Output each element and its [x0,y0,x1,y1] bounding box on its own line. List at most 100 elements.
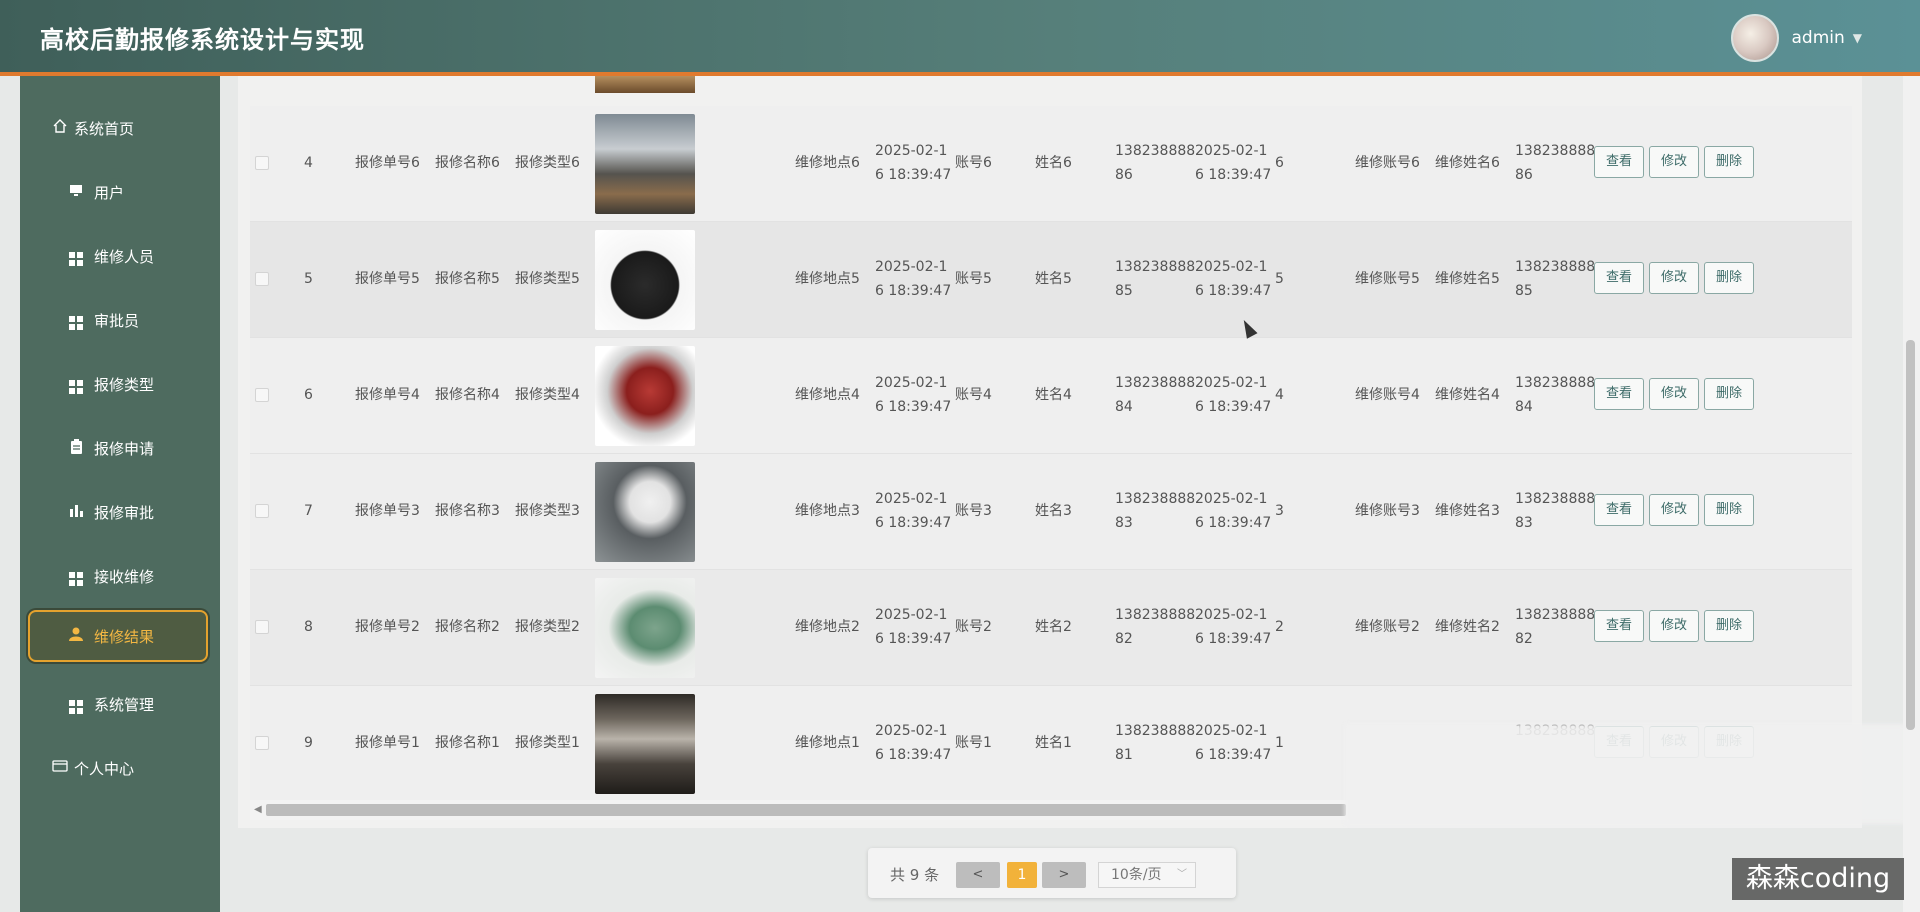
grid-icon [66,694,86,714]
edit-button[interactable]: 修改 [1649,494,1699,526]
clipboard-icon [66,438,86,458]
user-name[interactable]: admin [1791,28,1844,48]
repair-image [595,114,695,214]
sidebar-item-7[interactable]: 报修审批 [30,486,210,538]
sidebar-item-5[interactable]: 报修类型 [30,358,210,410]
sidebar-item-label: 个人中心 [74,759,135,778]
row-index: 5 [304,271,313,287]
sidebar-item-9[interactable]: 维修结果 [28,610,208,662]
id-card-icon [50,759,70,777]
phone: 138238888 [1115,143,1196,159]
repair-name: 报修名称2 [435,619,500,635]
chevron-down-icon[interactable]: ▼ [1853,31,1862,45]
result-time: 2025-02-1 [1195,143,1268,159]
sidebar-item-2[interactable]: 用户 [30,166,210,218]
edit-button[interactable]: 修改 [1649,146,1699,178]
person-name: 姓名3 [1035,503,1072,519]
apply-time-cont: 6 18:39:47 [875,167,952,183]
view-button[interactable]: 查看 [1594,610,1644,642]
delete-button[interactable]: 删除 [1704,262,1754,294]
view-button[interactable]: 查看 [1594,262,1644,294]
delete-button[interactable]: 删除 [1704,378,1754,410]
apply-time-cont: 6 18:39:47 [875,631,952,647]
scroll-left-icon[interactable]: ◀ [254,804,262,815]
pagination-total: 共 9 条 [890,866,940,884]
row-checkbox[interactable] [255,388,269,402]
page-size-select[interactable]: 10条/页 ﹀ [1098,862,1196,888]
repair-account: 维修账号2 [1355,619,1420,635]
sidebar-item-label: 报修审批 [94,503,155,522]
view-button[interactable]: 查看 [1594,494,1644,526]
edit-button[interactable]: 修改 [1649,378,1699,410]
sidebar-item-label: 系统管理 [94,695,155,714]
result-time: 2025-02-1 [1195,607,1268,623]
phone-cont: 83 [1115,515,1133,531]
result-time: 2025-02-1 [1195,491,1268,507]
row-checkbox[interactable] [255,620,269,634]
edit-button[interactable]: 修改 [1649,262,1699,294]
horizontal-scroll-thumb[interactable] [266,804,1346,816]
repair-person-name: 维修姓名3 [1435,503,1500,519]
sidebar-item-11[interactable]: 个人中心 [30,742,210,794]
sidebar-item-6[interactable]: 报修申请 [30,422,210,474]
monitor-icon [66,183,86,201]
page-size-label: 10条/页 [1111,867,1162,883]
result-time: 2025-02-1 [1195,723,1268,739]
sidebar-item-label: 用户 [94,183,125,202]
table-row: 5 报修单号5 报修名称5 报修类型5 维修地点5 2025-02-1 6 18:39:47… [250,222,1852,338]
repair-location: 维修地点5 [795,271,860,287]
sidebar-item-3[interactable]: 维修人员 [30,230,210,282]
sidebar-item-4[interactable]: 审批员 [30,294,210,346]
result-number: 6 [1275,155,1284,171]
order-number: 报修单号1 [355,735,420,751]
apply-time: 2025-02-1 [875,375,948,391]
avatar[interactable] [1731,14,1780,62]
sidebar-item-1[interactable]: 系统首页 [30,102,210,154]
person-name: 姓名2 [1035,619,1072,635]
delete-button[interactable]: 删除 [1704,146,1754,178]
repair-name: 报修名称3 [435,503,500,519]
repair-phone: 138238888 [1515,607,1596,623]
result-time: 2025-02-1 [1195,375,1268,391]
repair-person-name: 维修姓名2 [1435,619,1500,635]
vertical-scroll-thumb[interactable] [1906,340,1915,730]
repair-phone-cont: 84 [1515,399,1533,415]
page-1-button[interactable]: 1 [1007,862,1037,888]
row-checkbox[interactable] [255,504,269,518]
row-checkbox[interactable] [255,736,269,750]
table-row: 7 报修单号3 报修名称3 报修类型3 维修地点3 2025-02-1 6 18:39:47… [250,454,1852,570]
prev-page-button[interactable]: < [956,862,1000,888]
view-button[interactable]: 查看 [1594,146,1644,178]
phone: 138238888 [1115,491,1196,507]
edit-button[interactable]: 修改 [1649,610,1699,642]
delete-button[interactable]: 删除 [1704,610,1754,642]
watermark: 森森coding [1732,858,1904,900]
account: 账号4 [955,387,992,403]
sidebar-item-10[interactable]: 系统管理 [30,678,210,730]
delete-button[interactable]: 删除 [1704,494,1754,526]
account: 账号1 [955,735,992,751]
sidebar-item-8[interactable]: 接收维修 [30,550,210,602]
row-index: 6 [304,387,313,403]
row-checkbox[interactable] [255,156,269,170]
table-row: 8 报修单号2 报修名称2 报修类型2 维修地点2 2025-02-1 6 18:39:47… [250,570,1852,686]
repair-person-name: 维修姓名5 [1435,271,1500,287]
repair-location: 维修地点2 [795,619,860,635]
order-number: 报修单号3 [355,503,420,519]
sidebar-item-label: 接收维修 [94,567,155,586]
apply-time: 2025-02-1 [875,723,948,739]
phone: 138238888 [1115,723,1196,739]
apply-time-cont: 6 18:39:47 [875,283,952,299]
table-row: 4 报修单号6 报修名称6 报修类型6 维修地点6 2025-02-1 6 18:39:47… [250,106,1852,222]
user-menu[interactable]: admin ▼ [1731,14,1862,62]
repair-phone-cont: 85 [1515,283,1533,299]
row-checkbox[interactable] [255,272,269,286]
view-button[interactable]: 查看 [1594,378,1644,410]
phone-cont: 86 [1115,167,1133,183]
phone-cont: 85 [1115,283,1133,299]
next-page-button[interactable]: > [1042,862,1086,888]
bar-chart-icon [66,503,86,521]
sidebar-item-label: 维修人员 [94,247,155,266]
order-number: 报修单号2 [355,619,420,635]
result-number: 2 [1275,619,1284,635]
